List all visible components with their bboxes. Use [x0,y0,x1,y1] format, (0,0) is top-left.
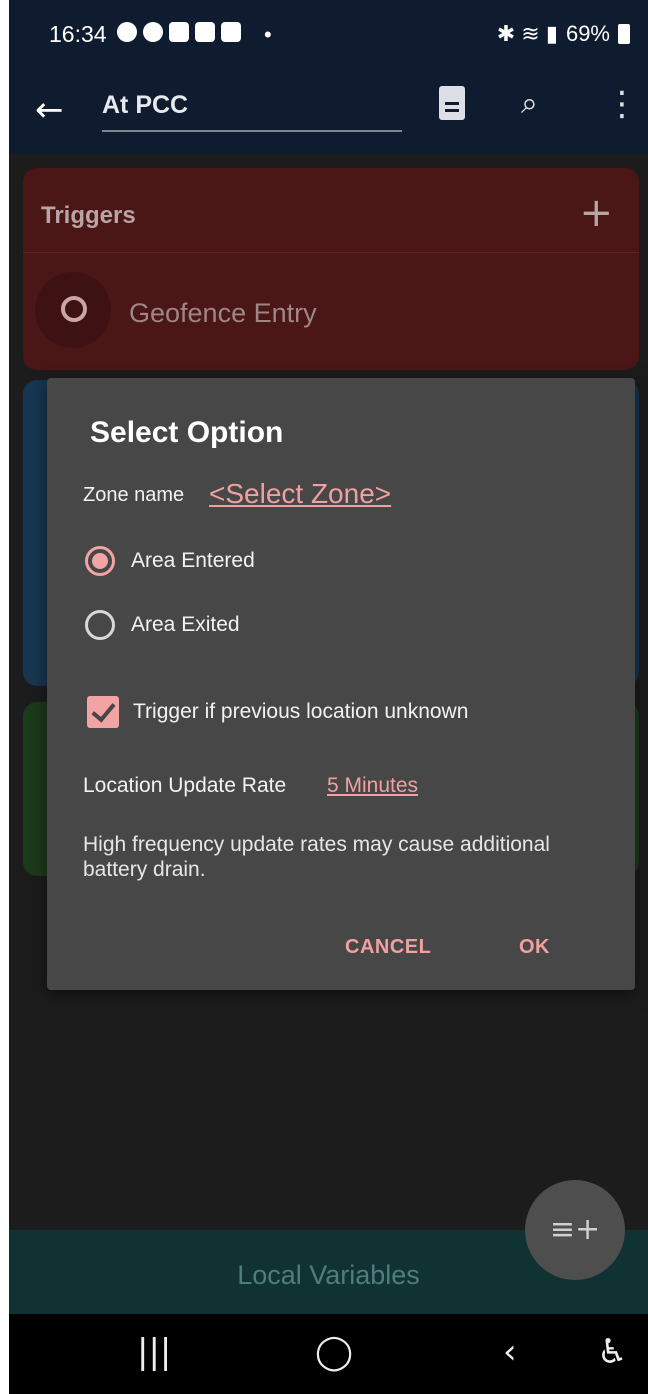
document-icon[interactable] [439,86,465,120]
zone-name-label: Zone name [83,484,185,506]
checkbox-label: Trigger if previous location unknown [133,700,469,723]
location-update-rate-label: Location Update Rate [83,774,287,797]
dialog-title: Select Option [90,416,284,449]
home-icon[interactable]: ◯ [315,1332,353,1372]
triggers-title: Triggers [41,202,136,229]
accessibility-icon[interactable]: ♿ [597,1332,627,1372]
cancel-button[interactable]: CANCEL [345,936,431,959]
macro-name-field[interactable]: At PCC [102,88,402,132]
battery-percent: 69% [565,21,610,46]
triggers-card: Triggers + Geofence Entry [23,168,639,370]
radio-label: Area Entered [131,549,255,572]
back-arrow-icon[interactable]: ← [35,90,64,130]
stack-icon [195,22,215,42]
nav-back-icon[interactable]: ‹ [503,1332,517,1372]
system-nav-bar: ||| ◯ ‹ ♿ [9,1314,648,1394]
triggers-header: Triggers + [23,168,639,253]
system-icons: ✱ ≋ ▮ [496,21,558,46]
location-pin-icon [35,272,111,348]
add-list-fab[interactable]: ≡+ [525,1180,625,1280]
more-notifications-dot: • [264,22,272,47]
radio-area-exited[interactable]: Area Exited [85,610,240,640]
select-option-dialog: Select Option Zone name <Select Zone> Ar… [47,378,635,990]
whatsapp-icon [143,22,163,42]
halifax-icon [169,22,189,42]
status-time: 16:34 [49,21,107,47]
trigger-item-label[interactable]: Geofence Entry [129,298,317,329]
search-icon[interactable]: ⌕ [521,86,538,121]
battery-icon [618,24,630,44]
phone-screen: 16:34 • ✱ ≋ ▮ 69% ← At PCC ⌕ ⋮ Triggers … [9,0,648,1394]
update-rate-link[interactable]: 5 Minutes [327,774,418,798]
status-bar: 16:34 • ✱ ≋ ▮ 69% [9,0,648,70]
radio-area-entered[interactable]: Area Entered [85,546,255,576]
radio-unselected-icon[interactable] [85,610,115,640]
radio-selected-icon[interactable] [85,546,115,576]
radio-label: Area Exited [131,613,240,636]
app-bar: ← At PCC ⌕ ⋮ [9,70,648,154]
recents-icon[interactable]: ||| [137,1332,171,1372]
checkbox-checked-icon[interactable] [87,696,119,728]
s-app-icon [221,22,241,42]
more-vert-icon[interactable]: ⋮ [605,84,639,124]
notification-icons [117,22,241,42]
ok-button[interactable]: OK [519,936,550,959]
add-trigger-icon[interactable]: + [579,190,613,236]
battery-warning-note: High frequency update rates may cause ad… [83,833,550,881]
trigger-if-unknown-checkbox-row[interactable]: Trigger if previous location unknown [87,696,468,728]
status-right: ✱ ≋ ▮ 69% [497,21,630,47]
dnd-icon [117,22,137,42]
macro-name[interactable]: At PCC [102,91,188,119]
select-zone-link[interactable]: <Select Zone> [209,478,391,510]
